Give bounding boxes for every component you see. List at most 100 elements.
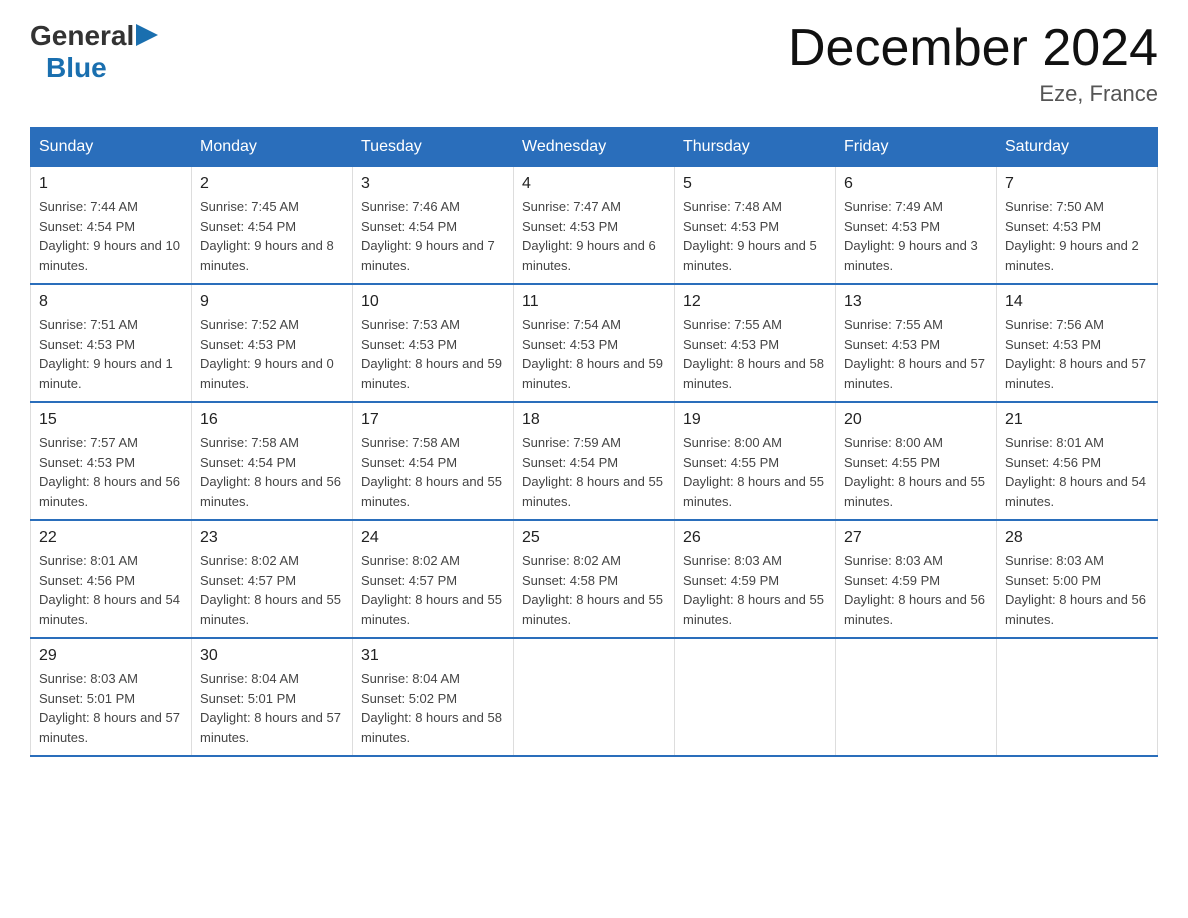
day-info: Sunrise: 8:03 AMSunset: 4:59 PMDaylight:… (844, 553, 985, 627)
day-number: 18 (522, 411, 666, 429)
day-number: 16 (200, 411, 344, 429)
day-info: Sunrise: 7:47 AMSunset: 4:53 PMDaylight:… (522, 199, 656, 273)
day-number: 17 (361, 411, 505, 429)
calendar-cell: 5 Sunrise: 7:48 AMSunset: 4:53 PMDayligh… (675, 167, 836, 285)
day-number: 7 (1005, 175, 1149, 193)
day-number: 12 (683, 293, 827, 311)
calendar-cell: 3 Sunrise: 7:46 AMSunset: 4:54 PMDayligh… (353, 167, 514, 285)
day-info: Sunrise: 8:03 AMSunset: 5:00 PMDaylight:… (1005, 553, 1146, 627)
weekday-header-monday: Monday (192, 128, 353, 167)
day-info: Sunrise: 7:58 AMSunset: 4:54 PMDaylight:… (361, 435, 502, 509)
day-info: Sunrise: 8:03 AMSunset: 4:59 PMDaylight:… (683, 553, 824, 627)
day-info: Sunrise: 8:01 AMSunset: 4:56 PMDaylight:… (1005, 435, 1146, 509)
calendar-cell: 20 Sunrise: 8:00 AMSunset: 4:55 PMDaylig… (836, 402, 997, 520)
day-info: Sunrise: 8:02 AMSunset: 4:57 PMDaylight:… (361, 553, 502, 627)
calendar-cell: 4 Sunrise: 7:47 AMSunset: 4:53 PMDayligh… (514, 167, 675, 285)
day-info: Sunrise: 7:49 AMSunset: 4:53 PMDaylight:… (844, 199, 978, 273)
calendar-week-row: 15 Sunrise: 7:57 AMSunset: 4:53 PMDaylig… (31, 402, 1158, 520)
calendar-cell: 23 Sunrise: 8:02 AMSunset: 4:57 PMDaylig… (192, 520, 353, 638)
logo-general-text: General (30, 20, 134, 52)
day-info: Sunrise: 7:55 AMSunset: 4:53 PMDaylight:… (844, 317, 985, 391)
day-info: Sunrise: 7:52 AMSunset: 4:53 PMDaylight:… (200, 317, 334, 391)
day-number: 14 (1005, 293, 1149, 311)
day-number: 1 (39, 175, 183, 193)
calendar-cell: 9 Sunrise: 7:52 AMSunset: 4:53 PMDayligh… (192, 284, 353, 402)
page-header: General Blue December 2024 Eze, France (30, 20, 1158, 107)
day-info: Sunrise: 7:55 AMSunset: 4:53 PMDaylight:… (683, 317, 824, 391)
day-info: Sunrise: 8:00 AMSunset: 4:55 PMDaylight:… (683, 435, 824, 509)
day-number: 8 (39, 293, 183, 311)
day-number: 13 (844, 293, 988, 311)
calendar-cell: 21 Sunrise: 8:01 AMSunset: 4:56 PMDaylig… (997, 402, 1158, 520)
day-info: Sunrise: 8:03 AMSunset: 5:01 PMDaylight:… (39, 671, 180, 745)
calendar-cell: 29 Sunrise: 8:03 AMSunset: 5:01 PMDaylig… (31, 638, 192, 756)
calendar-table: SundayMondayTuesdayWednesdayThursdayFrid… (30, 127, 1158, 757)
calendar-cell: 12 Sunrise: 7:55 AMSunset: 4:53 PMDaylig… (675, 284, 836, 402)
calendar-cell (836, 638, 997, 756)
day-info: Sunrise: 8:04 AMSunset: 5:02 PMDaylight:… (361, 671, 502, 745)
day-number: 24 (361, 529, 505, 547)
calendar-week-row: 8 Sunrise: 7:51 AMSunset: 4:53 PMDayligh… (31, 284, 1158, 402)
calendar-cell: 1 Sunrise: 7:44 AMSunset: 4:54 PMDayligh… (31, 167, 192, 285)
calendar-week-row: 29 Sunrise: 8:03 AMSunset: 5:01 PMDaylig… (31, 638, 1158, 756)
calendar-cell (514, 638, 675, 756)
logo: General Blue (30, 20, 158, 84)
day-info: Sunrise: 7:50 AMSunset: 4:53 PMDaylight:… (1005, 199, 1139, 273)
calendar-cell: 24 Sunrise: 8:02 AMSunset: 4:57 PMDaylig… (353, 520, 514, 638)
weekday-header-wednesday: Wednesday (514, 128, 675, 167)
calendar-cell: 13 Sunrise: 7:55 AMSunset: 4:53 PMDaylig… (836, 284, 997, 402)
day-number: 4 (522, 175, 666, 193)
day-number: 23 (200, 529, 344, 547)
calendar-cell: 7 Sunrise: 7:50 AMSunset: 4:53 PMDayligh… (997, 167, 1158, 285)
day-info: Sunrise: 8:02 AMSunset: 4:57 PMDaylight:… (200, 553, 341, 627)
day-number: 3 (361, 175, 505, 193)
day-info: Sunrise: 7:51 AMSunset: 4:53 PMDaylight:… (39, 317, 173, 391)
day-number: 10 (361, 293, 505, 311)
calendar-cell: 16 Sunrise: 7:58 AMSunset: 4:54 PMDaylig… (192, 402, 353, 520)
location: Eze, France (788, 81, 1158, 107)
weekday-header-saturday: Saturday (997, 128, 1158, 167)
day-number: 9 (200, 293, 344, 311)
day-info: Sunrise: 7:53 AMSunset: 4:53 PMDaylight:… (361, 317, 502, 391)
month-title: December 2024 (788, 20, 1158, 77)
calendar-cell: 19 Sunrise: 8:00 AMSunset: 4:55 PMDaylig… (675, 402, 836, 520)
calendar-cell: 2 Sunrise: 7:45 AMSunset: 4:54 PMDayligh… (192, 167, 353, 285)
weekday-header-tuesday: Tuesday (353, 128, 514, 167)
calendar-cell: 11 Sunrise: 7:54 AMSunset: 4:53 PMDaylig… (514, 284, 675, 402)
calendar-cell: 14 Sunrise: 7:56 AMSunset: 4:53 PMDaylig… (997, 284, 1158, 402)
day-info: Sunrise: 7:59 AMSunset: 4:54 PMDaylight:… (522, 435, 663, 509)
logo-blue-text: Blue (46, 52, 107, 83)
day-info: Sunrise: 7:45 AMSunset: 4:54 PMDaylight:… (200, 199, 334, 273)
weekday-header-friday: Friday (836, 128, 997, 167)
calendar-cell (997, 638, 1158, 756)
day-number: 28 (1005, 529, 1149, 547)
calendar-cell: 22 Sunrise: 8:01 AMSunset: 4:56 PMDaylig… (31, 520, 192, 638)
logo-arrow-icon (136, 24, 158, 46)
day-number: 27 (844, 529, 988, 547)
day-info: Sunrise: 7:58 AMSunset: 4:54 PMDaylight:… (200, 435, 341, 509)
calendar-cell: 26 Sunrise: 8:03 AMSunset: 4:59 PMDaylig… (675, 520, 836, 638)
day-info: Sunrise: 7:48 AMSunset: 4:53 PMDaylight:… (683, 199, 817, 273)
day-info: Sunrise: 7:44 AMSunset: 4:54 PMDaylight:… (39, 199, 180, 273)
day-info: Sunrise: 8:00 AMSunset: 4:55 PMDaylight:… (844, 435, 985, 509)
title-block: December 2024 Eze, France (788, 20, 1158, 107)
calendar-cell: 8 Sunrise: 7:51 AMSunset: 4:53 PMDayligh… (31, 284, 192, 402)
day-number: 15 (39, 411, 183, 429)
day-info: Sunrise: 8:02 AMSunset: 4:58 PMDaylight:… (522, 553, 663, 627)
calendar-cell: 15 Sunrise: 7:57 AMSunset: 4:53 PMDaylig… (31, 402, 192, 520)
calendar-cell: 10 Sunrise: 7:53 AMSunset: 4:53 PMDaylig… (353, 284, 514, 402)
calendar-week-row: 1 Sunrise: 7:44 AMSunset: 4:54 PMDayligh… (31, 167, 1158, 285)
day-number: 2 (200, 175, 344, 193)
day-info: Sunrise: 8:04 AMSunset: 5:01 PMDaylight:… (200, 671, 341, 745)
day-info: Sunrise: 7:56 AMSunset: 4:53 PMDaylight:… (1005, 317, 1146, 391)
day-number: 21 (1005, 411, 1149, 429)
day-number: 26 (683, 529, 827, 547)
day-info: Sunrise: 7:57 AMSunset: 4:53 PMDaylight:… (39, 435, 180, 509)
day-number: 29 (39, 647, 183, 665)
calendar-cell: 27 Sunrise: 8:03 AMSunset: 4:59 PMDaylig… (836, 520, 997, 638)
calendar-cell: 18 Sunrise: 7:59 AMSunset: 4:54 PMDaylig… (514, 402, 675, 520)
day-number: 5 (683, 175, 827, 193)
day-number: 25 (522, 529, 666, 547)
calendar-week-row: 22 Sunrise: 8:01 AMSunset: 4:56 PMDaylig… (31, 520, 1158, 638)
calendar-cell: 31 Sunrise: 8:04 AMSunset: 5:02 PMDaylig… (353, 638, 514, 756)
